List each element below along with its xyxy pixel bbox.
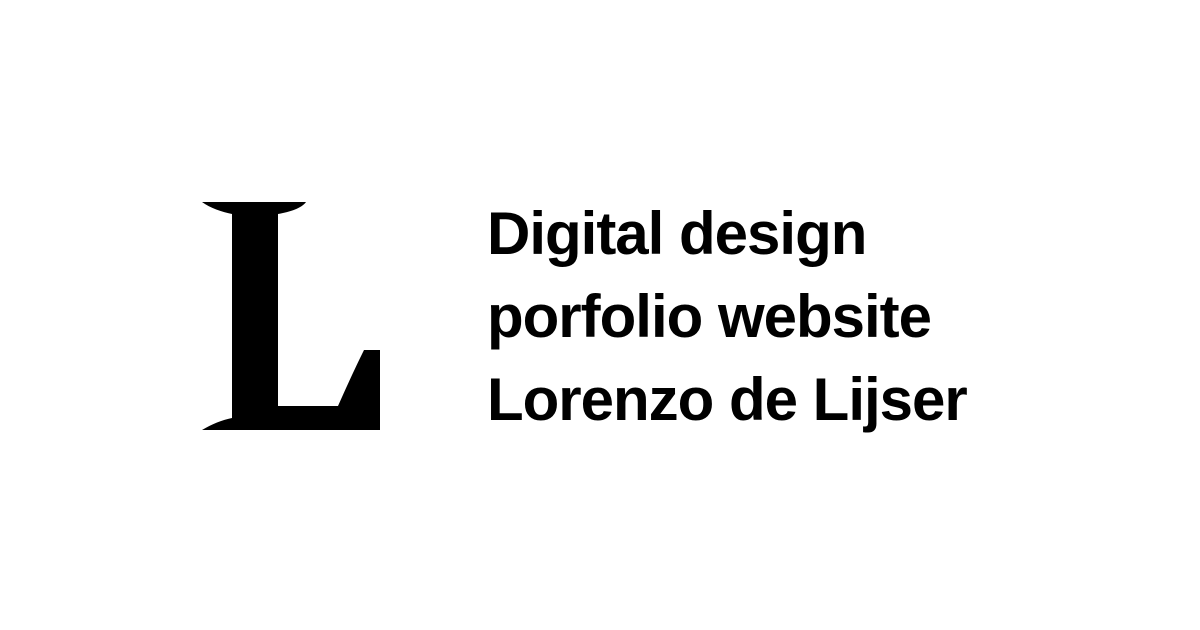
tagline-line-3: Lorenzo de Lijser bbox=[487, 366, 968, 433]
tagline: Digital design porfolio website Lorenzo … bbox=[487, 192, 968, 441]
tagline-line-2: porfolio website bbox=[487, 283, 932, 350]
serif-letter-l-logo-icon bbox=[198, 198, 382, 432]
social-share-card: Digital design porfolio website Lorenzo … bbox=[0, 0, 1200, 630]
tagline-line-1: Digital design bbox=[487, 200, 867, 267]
